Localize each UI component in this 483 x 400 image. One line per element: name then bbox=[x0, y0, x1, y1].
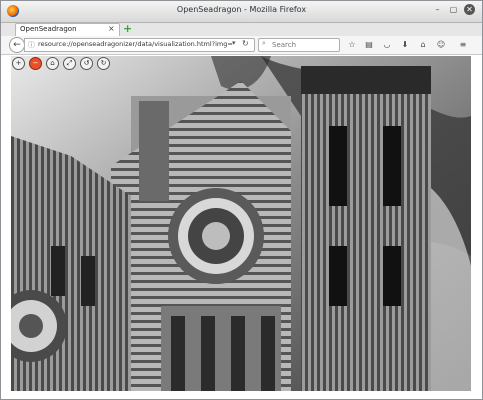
image-viewer[interactable]: + − ⌂ ⤢ ↺ ↻ bbox=[11, 56, 471, 391]
search-input[interactable] bbox=[272, 40, 336, 50]
tab-openseadragon[interactable]: OpenSeadragon × bbox=[15, 23, 120, 36]
reload-icon[interactable]: ↻ bbox=[242, 39, 249, 48]
pocket-icon[interactable]: ◡ bbox=[381, 39, 393, 51]
rotate-left-button[interactable]: ↺ bbox=[80, 57, 93, 70]
menu-icon[interactable]: ≡ bbox=[457, 39, 469, 51]
rotate-right-button[interactable]: ↻ bbox=[97, 57, 110, 70]
tab-bar: OpenSeadragon × + bbox=[1, 23, 482, 36]
reading-list-icon[interactable]: ▤ bbox=[363, 39, 375, 51]
title-bar: OpenSeadragon - Mozilla Firefox – ▢ ✕ bbox=[1, 1, 482, 23]
tab-close-icon[interactable]: × bbox=[108, 24, 115, 33]
close-window-button[interactable]: ✕ bbox=[464, 4, 475, 15]
star-icon[interactable]: ☆ bbox=[346, 39, 358, 51]
site-info-icon[interactable]: ⓘ bbox=[28, 40, 35, 50]
minimize-button[interactable]: – bbox=[432, 4, 443, 15]
chat-icon[interactable]: ☺ bbox=[435, 39, 447, 51]
home-icon[interactable]: ⌂ bbox=[417, 39, 429, 51]
zoom-out-button[interactable]: − bbox=[29, 57, 42, 70]
browser-window: OpenSeadragon - Mozilla Firefox – ▢ ✕ Op… bbox=[0, 0, 483, 400]
zoom-in-button[interactable]: + bbox=[12, 57, 25, 70]
home-view-button[interactable]: ⌂ bbox=[46, 57, 59, 70]
search-icon: ⌕ bbox=[262, 39, 266, 47]
new-tab-button[interactable]: + bbox=[123, 23, 132, 34]
url-dropdown-icon[interactable]: ▾ bbox=[232, 39, 236, 47]
tab-label: OpenSeadragon bbox=[20, 25, 77, 33]
window-title: OpenSeadragon - Mozilla Firefox bbox=[176, 5, 307, 14]
cathedral-image[interactable] bbox=[11, 56, 471, 391]
search-box[interactable]: ⌕ bbox=[258, 38, 340, 52]
back-button[interactable]: ← bbox=[9, 37, 25, 53]
maximize-button[interactable]: ▢ bbox=[448, 4, 459, 15]
navigation-toolbar: ← ⓘ resource://openseadragonizer/data/vi… bbox=[1, 36, 482, 55]
fullscreen-button[interactable]: ⤢ bbox=[63, 57, 76, 70]
url-text[interactable]: resource://openseadragonizer/data/visual… bbox=[38, 40, 233, 48]
url-bar[interactable]: ⓘ resource://openseadragonizer/data/visu… bbox=[24, 38, 255, 52]
download-icon[interactable]: ⬇ bbox=[399, 39, 411, 51]
